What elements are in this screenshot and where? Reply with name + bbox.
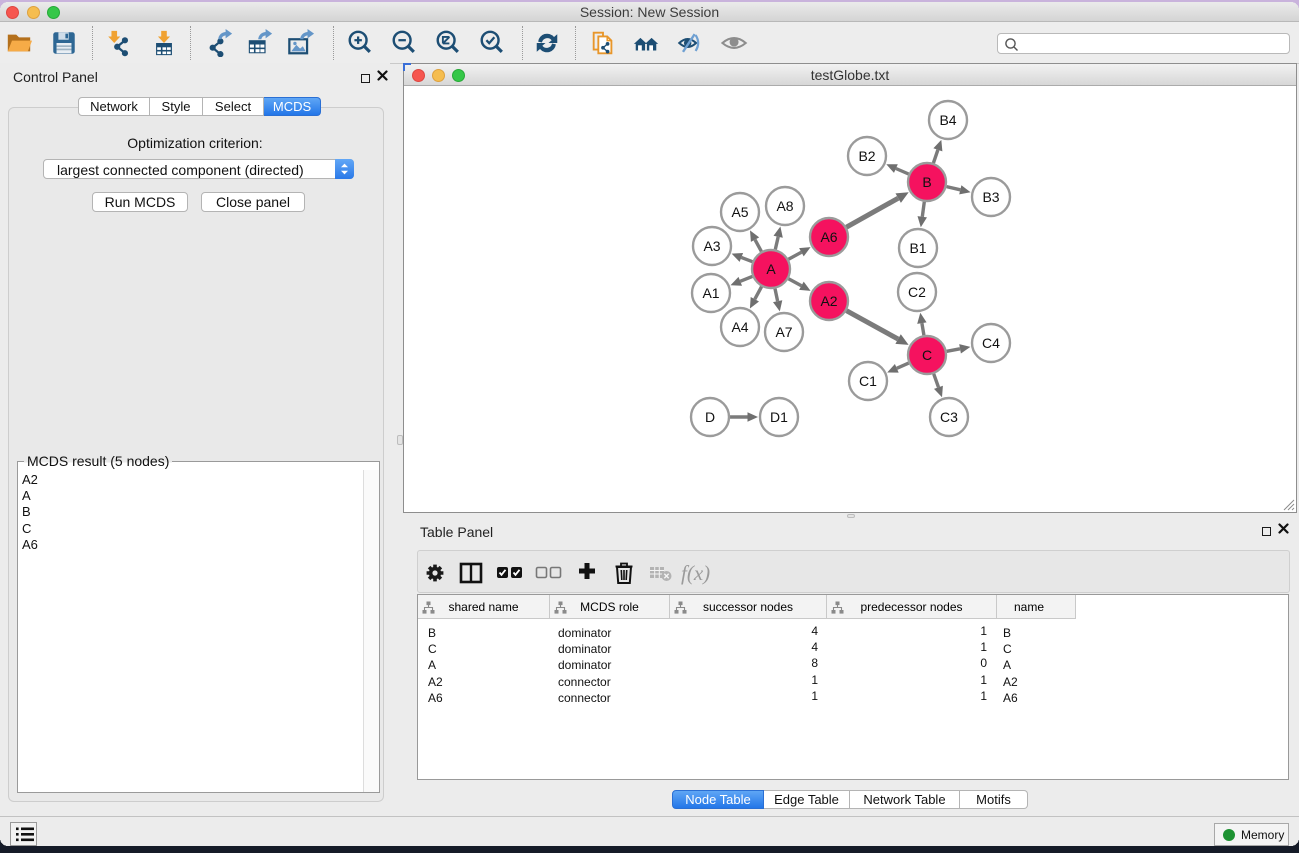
svg-text:A1: A1 — [702, 285, 719, 301]
svg-text:D: D — [705, 409, 715, 425]
svg-text:C3: C3 — [940, 409, 958, 425]
svg-text:B: B — [922, 174, 931, 190]
svg-text:A4: A4 — [731, 319, 748, 335]
svg-text:B2: B2 — [858, 148, 875, 164]
svg-text:B1: B1 — [909, 240, 926, 256]
svg-text:A5: A5 — [731, 204, 748, 220]
svg-text:D1: D1 — [770, 409, 788, 425]
svg-text:A7: A7 — [775, 324, 792, 340]
svg-text:A3: A3 — [703, 238, 720, 254]
svg-text:A: A — [766, 261, 776, 277]
svg-text:B4: B4 — [939, 112, 956, 128]
svg-text:f(x): f(x) — [681, 561, 710, 585]
svg-text:A8: A8 — [776, 198, 793, 214]
svg-text:A6: A6 — [820, 229, 837, 245]
svg-text:C2: C2 — [908, 284, 926, 300]
svg-text:C: C — [922, 347, 932, 363]
svg-text:B3: B3 — [982, 189, 999, 205]
svg-text:A2: A2 — [820, 293, 837, 309]
svg-text:C4: C4 — [982, 335, 1000, 351]
svg-text:C1: C1 — [859, 373, 877, 389]
